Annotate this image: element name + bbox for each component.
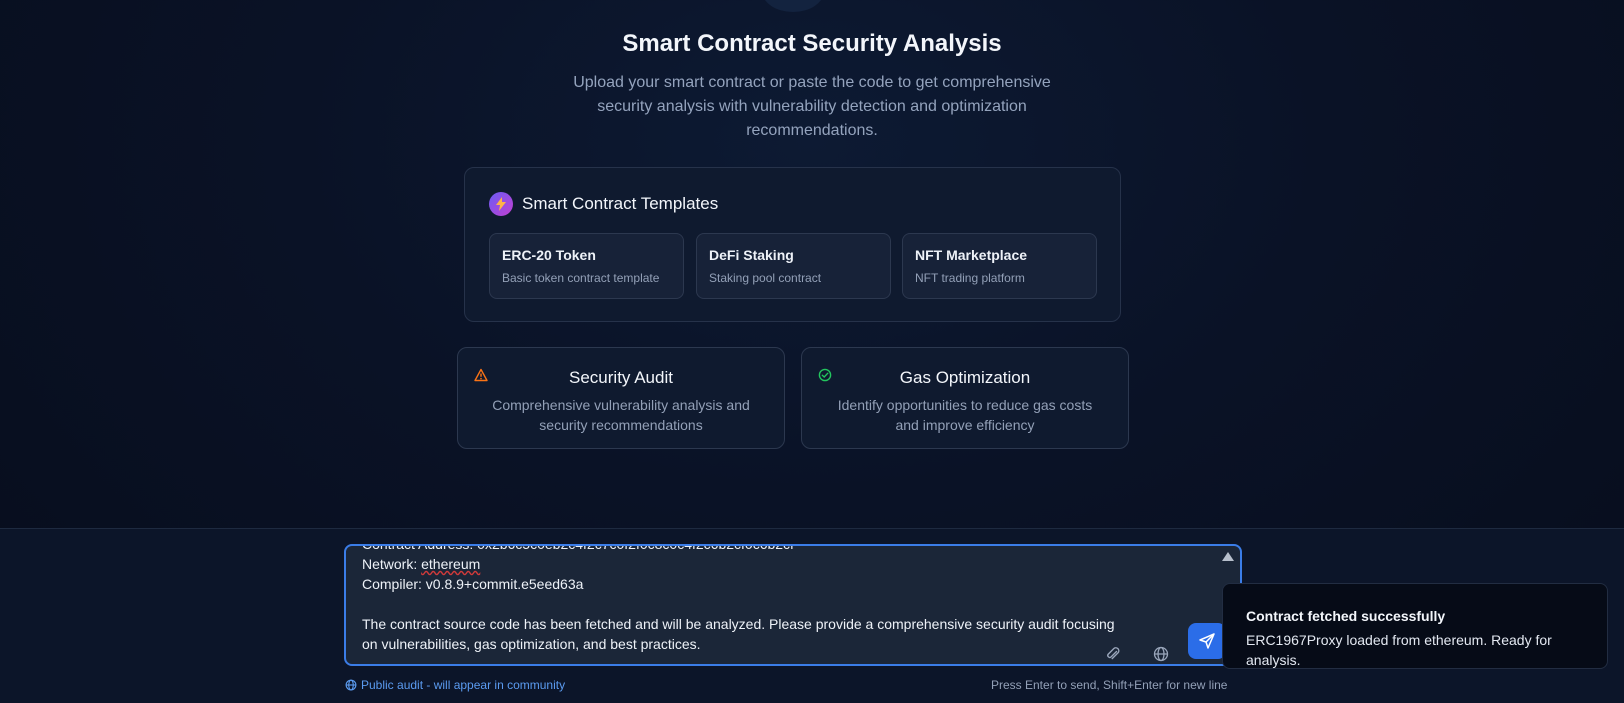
attach-button[interactable] <box>1101 642 1125 664</box>
send-icon <box>1199 633 1215 649</box>
warning-icon <box>474 368 488 382</box>
template-name: DeFi Staking <box>709 247 794 263</box>
toast-notification: Contract fetched successfully ERC1967Pro… <box>1222 583 1608 669</box>
input-message: The contract source code has been fetche… <box>362 616 1119 652</box>
feature-desc: Identify opportunities to reduce gas cos… <box>837 397 1093 433</box>
network-button[interactable] <box>1149 642 1173 664</box>
public-audit-label: Public audit - will appear in community <box>361 678 566 692</box>
feature-title: Security Audit <box>569 368 673 387</box>
input-network-value: ethereum <box>421 556 481 572</box>
feature-gas-optimization: Gas Optimization Identify opportunities … <box>801 347 1129 449</box>
input-contract-line: Contract Address: 0x2b6c5c0eb2c4f2c7c0f2… <box>362 544 794 552</box>
templates-header: Smart Contract Templates <box>489 192 718 216</box>
templates-title: Smart Contract Templates <box>522 194 719 213</box>
public-audit-note[interactable]: Public audit - will appear in community <box>345 678 565 692</box>
keyboard-hint: Press Enter to send, Shift+Enter for new… <box>991 678 1228 692</box>
template-desc: Basic token contract template <box>502 271 660 285</box>
input-network-label: Network: <box>362 556 422 572</box>
feature-desc: Comprehensive vulnerability analysis and… <box>492 397 750 433</box>
page-title: Smart Contract Security Analysis <box>622 30 1002 57</box>
message-input[interactable]: Contract Address: 0x2b6c5c0eb2c4f2c7c0f2… <box>344 544 1242 666</box>
hero-logo <box>762 0 824 12</box>
lightning-icon <box>489 192 513 216</box>
input-compiler-line: Compiler: v0.8.9+commit.e5eed63a <box>362 576 584 592</box>
template-name: ERC-20 Token <box>502 247 596 263</box>
page-subtitle: Upload your smart contract or paste the … <box>573 74 1051 139</box>
globe-icon <box>1153 646 1169 662</box>
toast-title: Contract fetched successfully <box>1246 608 1446 624</box>
send-button[interactable] <box>1188 623 1226 659</box>
feature-title: Gas Optimization <box>899 368 1031 387</box>
templates-panel: Smart Contract Templates ERC-20 Token Ba… <box>464 167 1121 322</box>
toast-body: ERC1967Proxy loaded from ethereum. Ready… <box>1246 632 1552 668</box>
template-desc: Staking pool contract <box>709 271 822 285</box>
paperclip-icon <box>1107 647 1120 660</box>
feature-security-audit: Security Audit Comprehensive vulnerabili… <box>457 347 785 449</box>
scrollbar-up-arrow[interactable] <box>1222 552 1234 561</box>
globe-icon <box>345 679 357 691</box>
template-card-defi-staking[interactable]: DeFi Staking Staking pool contract <box>696 233 891 299</box>
message-input-text[interactable]: Contract Address: 0x2b6c5c0eb2c4f2c7c0f2… <box>362 544 1122 654</box>
check-circle-icon <box>818 368 832 382</box>
template-desc: NFT trading platform <box>915 271 1025 285</box>
template-card-erc20[interactable]: ERC-20 Token Basic token contract templa… <box>489 233 684 299</box>
template-card-nft-marketplace[interactable]: NFT Marketplace NFT trading platform <box>902 233 1097 299</box>
template-name: NFT Marketplace <box>915 247 1028 263</box>
